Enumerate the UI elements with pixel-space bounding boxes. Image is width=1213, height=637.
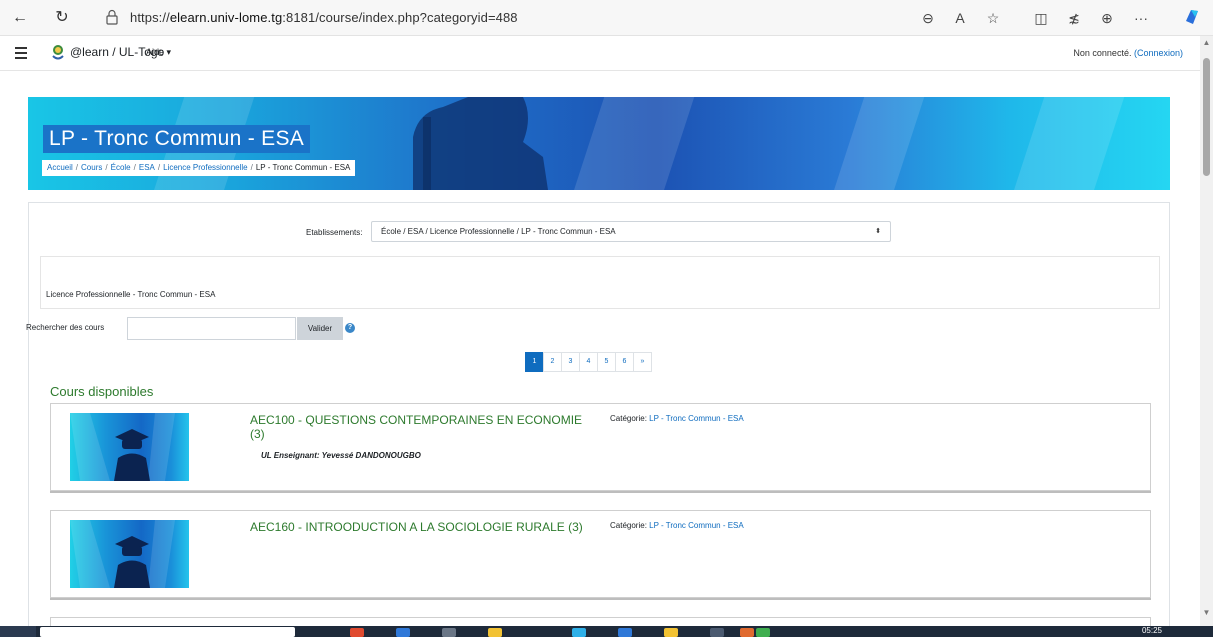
taskbar-clock[interactable]: 05:25 — [1142, 626, 1162, 635]
taskbar-search-box[interactable] — [40, 627, 295, 637]
page-link-4[interactable]: 4 — [579, 352, 598, 372]
collections-icon[interactable]: ⊕ — [1097, 9, 1117, 27]
breadcrumb-ecole[interactable]: École — [111, 163, 131, 172]
login-info: Non connecté. (Connexion) — [1073, 48, 1183, 58]
available-courses-heading: Cours disponibles — [50, 384, 154, 399]
course-category: Catégorie: LP - Tronc Commun - ESA — [610, 414, 744, 423]
more-menu-icon[interactable]: ··· — [1131, 9, 1151, 27]
start-button[interactable] — [0, 626, 36, 637]
graduate-silhouette-image — [413, 97, 548, 190]
category-select-label: Etablissements: — [306, 228, 363, 237]
back-arrow-icon[interactable]: ← — [10, 8, 30, 28]
taskbar-app-icon[interactable] — [756, 628, 770, 637]
site-navbar: @learn / UL-Togo Aide ▾ Non connecté. (C… — [0, 36, 1200, 71]
page-link-6[interactable]: 6 — [615, 352, 634, 372]
favorites-list-icon[interactable]: ≴ — [1064, 9, 1084, 27]
lock-icon — [106, 9, 118, 25]
breadcrumb-esa[interactable]: ESA — [139, 163, 155, 172]
taskbar-edge-icon[interactable] — [572, 628, 586, 637]
page-link-3[interactable]: 3 — [561, 352, 580, 372]
taskbar-app-icon[interactable] — [618, 628, 632, 637]
breadcrumb-current: LP - Tronc Commun - ESA — [255, 163, 351, 172]
taskbar-app-icon[interactable] — [350, 628, 364, 637]
address-bar[interactable]: https://elearn.univ-lome.tg:8181/course/… — [94, 5, 914, 31]
page-next-link[interactable]: » — [633, 352, 652, 372]
course-category: Catégorie: LP - Tronc Commun - ESA — [610, 521, 744, 530]
help-dropdown[interactable]: Aide ▾ — [146, 47, 171, 58]
course-title-link[interactable]: AEC100 - QUESTIONS CONTEMPORAINES EN ECO… — [250, 413, 600, 441]
course-category-link[interactable]: LP - Tronc Commun - ESA — [649, 414, 744, 423]
breadcrumb-courses[interactable]: Cours — [81, 163, 102, 172]
breadcrumb-licence-pro[interactable]: Licence Professionnelle — [163, 163, 248, 172]
taskbar-folder-icon[interactable] — [488, 628, 502, 637]
search-submit-button[interactable]: Valider — [297, 317, 343, 340]
url-text: https://elearn.univ-lome.tg:8181/course/… — [130, 10, 518, 25]
course-image[interactable] — [70, 413, 189, 481]
os-taskbar: 05:25 — [0, 626, 1213, 637]
taskbar-app-icon[interactable] — [442, 628, 456, 637]
split-screen-icon[interactable]: ◫ — [1031, 9, 1051, 27]
login-link[interactable]: (Connexion) — [1134, 48, 1183, 58]
favorite-star-icon[interactable]: ☆ — [983, 9, 1003, 27]
copilot-icon[interactable] — [1182, 7, 1202, 31]
course-category-link[interactable]: LP - Tronc Commun - ESA — [649, 521, 744, 530]
page-title: LP - Tronc Commun - ESA — [43, 125, 311, 153]
course-card: AEC100 - QUESTIONS CONTEMPORAINES EN ECO… — [50, 403, 1151, 491]
course-image[interactable] — [70, 520, 189, 588]
course-card: AEC160 - INTROODUCTION A LA SOCIOLOGIE R… — [50, 510, 1151, 598]
taskbar-app-icon[interactable] — [396, 628, 410, 637]
category-select[interactable]: École / ESA / Licence Professionnelle / … — [371, 221, 891, 242]
taskbar-app-icon[interactable] — [710, 628, 724, 637]
breadcrumb: Accueil / Cours / École / ESA / Licence Professi… — [42, 160, 356, 176]
browser-toolbar: ← ↻ https://elearn.univ-lome.tg:8181/cou… — [0, 0, 1213, 36]
taskbar-app-icon[interactable] — [740, 628, 754, 637]
taskbar-app-icon[interactable] — [664, 628, 678, 637]
reload-icon[interactable]: ↻ — [52, 8, 72, 28]
scroll-down-icon[interactable]: ▼ — [1202, 608, 1211, 617]
menu-toggle-icon[interactable] — [15, 47, 27, 59]
page-link-2[interactable]: 2 — [543, 352, 562, 372]
page-link-5[interactable]: 5 — [597, 352, 616, 372]
course-teacher: UL Enseignant: Yevessé DANDONOUGBO — [261, 451, 421, 460]
category-description-text: Licence Professionnelle - Tronc Commun -… — [46, 290, 216, 299]
course-title-link[interactable]: AEC160 - INTROODUCTION A LA SOCIOLOGIE R… — [250, 520, 600, 534]
page-scrollbar[interactable]: ▲ ▼ — [1200, 36, 1213, 626]
select-caret-icon: ⬍ — [875, 228, 881, 235]
course-search-label: Rechercher des cours — [26, 323, 105, 332]
course-search-input[interactable] — [127, 317, 296, 340]
scroll-thumb[interactable] — [1203, 58, 1210, 176]
site-logo — [52, 45, 64, 60]
read-aloud-icon[interactable]: A — [950, 9, 970, 27]
breadcrumb-home[interactable]: Accueil — [47, 163, 73, 172]
scroll-up-icon[interactable]: ▲ — [1202, 38, 1211, 47]
main-content: Etablissements: École / ESA / Licence Pr… — [26, 202, 1170, 637]
pagination: 1 2 3 4 5 6 » — [525, 352, 652, 372]
zoom-icon[interactable]: ⊖ — [918, 9, 938, 27]
help-icon[interactable]: ? — [345, 323, 355, 333]
page-link-1[interactable]: 1 — [525, 352, 544, 372]
page-header-banner: LP - Tronc Commun - ESA Accueil / Cours / Éc… — [28, 97, 1170, 190]
category-description: Licence Professionnelle - Tronc Commun -… — [40, 256, 1160, 309]
